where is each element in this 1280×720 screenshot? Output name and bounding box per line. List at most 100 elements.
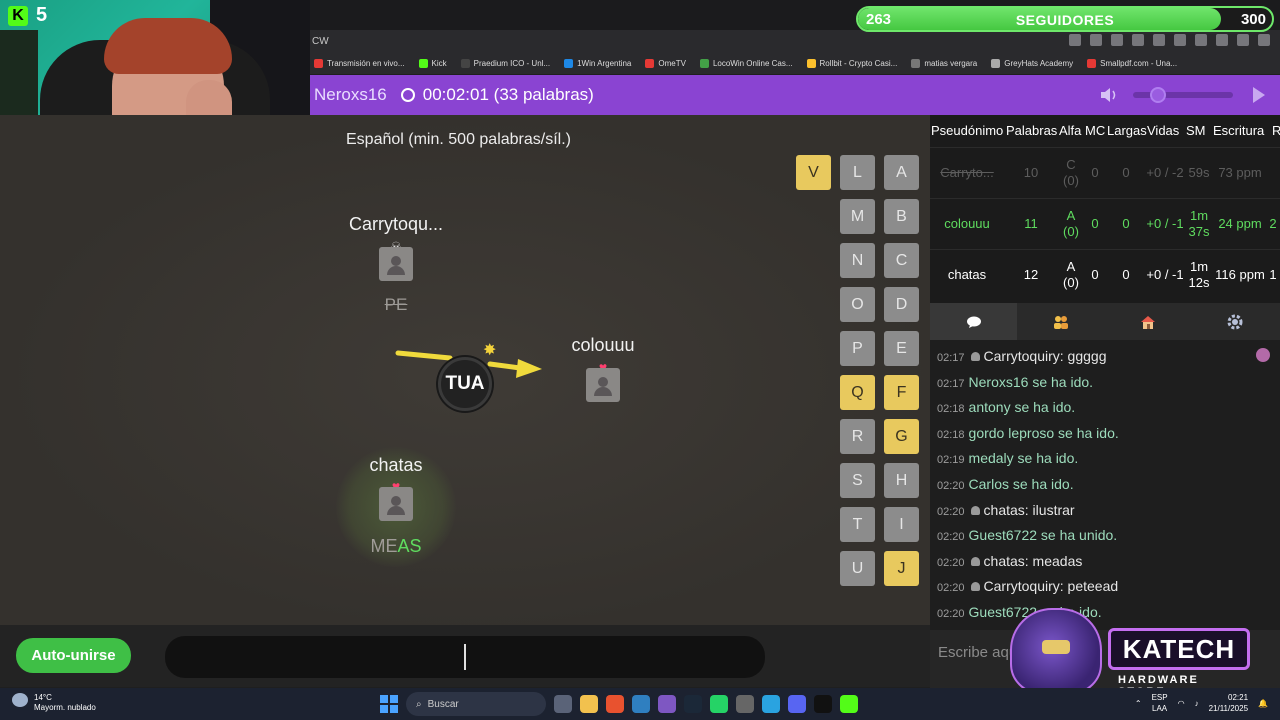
chat-text: : peteead xyxy=(1059,578,1119,595)
extension-icon[interactable] xyxy=(1153,34,1165,46)
extension-icon[interactable] xyxy=(1216,34,1228,46)
extension-icon[interactable] xyxy=(1069,34,1081,46)
vscode-icon[interactable] xyxy=(632,695,650,713)
bookmark-favicon-icon xyxy=(991,58,1001,68)
table-cell-alfa: C (0) xyxy=(1063,157,1079,188)
letter-tile: G xyxy=(884,419,919,454)
file-explorer-icon[interactable] xyxy=(580,695,598,713)
tab-settings[interactable] xyxy=(1191,303,1278,340)
chat-system-text: medaly se ha ido. xyxy=(968,450,1079,467)
wifi-icon[interactable]: ◠ xyxy=(1178,699,1185,708)
user-icon xyxy=(970,582,980,592)
followers-label: SEGUIDORES xyxy=(1015,12,1115,28)
speaker-icon[interactable]: ♪ xyxy=(1195,699,1199,708)
chat-username[interactable]: Carrytoquiry xyxy=(984,348,1060,364)
emoji-icon[interactable] xyxy=(1256,348,1270,362)
extension-icon[interactable] xyxy=(1111,34,1123,46)
chevron-up-icon[interactable]: ⌃ xyxy=(1135,699,1142,708)
chat-system-text: Guest6722 se ha unido. xyxy=(968,527,1118,544)
bookmark-item[interactable]: Rollbit - Crypto Casi... xyxy=(806,58,897,68)
letter-tile: L xyxy=(840,155,875,190)
clock-date: 21/11/2025 xyxy=(1208,704,1249,713)
kick-icon[interactable] xyxy=(840,695,858,713)
weather-widget[interactable]: 14°C Mayorm. nublado xyxy=(12,693,96,713)
chat-message: 02:20 Carlos se ha ido. xyxy=(937,476,1074,492)
bookmark-favicon-icon xyxy=(418,58,428,68)
chat-system-text: antony se ha ido. xyxy=(968,399,1076,416)
bookmark-label: OmeTV xyxy=(658,58,686,68)
chat-username[interactable]: Carrytoquiry xyxy=(984,578,1060,594)
windows-start-icon[interactable] xyxy=(380,695,398,713)
extension-icon[interactable] xyxy=(1237,34,1249,46)
chat-timestamp: 02:17 xyxy=(937,352,965,364)
taskbar-search[interactable]: ⌕ Buscar xyxy=(406,692,546,716)
table-cell-alfa: A (0) xyxy=(1063,259,1079,290)
tab-players[interactable] xyxy=(1017,303,1104,340)
game-header: Neroxs16 00:02:01 (33 palabras) xyxy=(310,75,1280,115)
chat-text: : ggggg xyxy=(1059,348,1107,364)
volume-icon[interactable] xyxy=(1100,87,1118,103)
bookmark-item[interactable]: Praedium ICO - Unl... xyxy=(460,58,551,68)
tiktok-icon[interactable] xyxy=(814,695,832,713)
app-icon[interactable] xyxy=(736,695,754,713)
app-icon[interactable] xyxy=(658,695,676,713)
bookmark-label: Praedium ICO - Unl... xyxy=(473,58,551,68)
clock-icon xyxy=(400,88,415,102)
notification-bell-icon[interactable]: 🔔 xyxy=(1258,699,1268,708)
bookmark-label: LocoWin Online Cas... xyxy=(712,58,793,68)
play-icon[interactable] xyxy=(1253,87,1265,103)
extension-icon[interactable] xyxy=(1090,34,1102,46)
letter-tile: P xyxy=(840,331,875,366)
extension-icon[interactable] xyxy=(1258,34,1270,46)
bookmark-item[interactable]: LocoWin Online Cas... xyxy=(699,58,793,68)
chat-bubble-icon xyxy=(966,316,981,328)
volume-slider[interactable] xyxy=(1133,87,1233,103)
auto-join-button[interactable]: Auto-unirse xyxy=(16,638,131,673)
task-view-icon[interactable] xyxy=(554,695,572,713)
chat-username[interactable]: chatas xyxy=(984,553,1025,569)
search-label: Buscar xyxy=(427,698,459,710)
player-name: chatas xyxy=(369,455,423,475)
extension-icon[interactable] xyxy=(1195,34,1207,46)
letter-tile: S xyxy=(840,463,875,498)
bookmark-item[interactable]: matias vergara xyxy=(911,58,977,68)
chat-username[interactable]: chatas xyxy=(984,502,1025,518)
weather-temp: 14°C xyxy=(34,693,52,702)
letter-tile: T xyxy=(840,507,875,542)
whatsapp-icon[interactable] xyxy=(710,695,728,713)
extension-icon[interactable] xyxy=(1174,34,1186,46)
address-bar[interactable]: CW xyxy=(310,30,1280,52)
table-cell-sm: 59s xyxy=(1188,165,1210,180)
letter-tile: C xyxy=(884,243,919,278)
bookmark-favicon-icon xyxy=(460,58,470,68)
bookmark-item[interactable]: OmeTV xyxy=(645,58,686,68)
bookmark-item[interactable]: Smallpdf.com - Una... xyxy=(1087,58,1178,68)
language-indicator[interactable]: ESP LAA xyxy=(1152,692,1168,714)
tab-chat[interactable] xyxy=(930,303,1017,340)
house-icon xyxy=(1140,315,1155,329)
bookmark-favicon-icon xyxy=(564,58,574,68)
bookmark-item[interactable]: Kick xyxy=(418,58,447,68)
table-row: Carryto... 10 C (0) 0 0 +0 / -2 59s 73 ppm xyxy=(930,147,1280,197)
volume-slider-handle[interactable] xyxy=(1150,87,1166,103)
telegram-icon[interactable] xyxy=(762,695,780,713)
letter-tile: A xyxy=(884,155,919,190)
kick-viewer-badge: K 5 xyxy=(8,4,47,27)
bookmark-label: Smallpdf.com - Una... xyxy=(1100,58,1178,68)
chat-text: : meadas xyxy=(1024,552,1083,569)
table-cell-escritura: 73 ppm xyxy=(1218,165,1262,180)
bookmark-item[interactable]: Transmisión en vivo... xyxy=(314,58,405,68)
chat-timestamp: 02:18 xyxy=(937,403,965,416)
extension-icon[interactable] xyxy=(1132,34,1144,46)
steam-icon[interactable] xyxy=(684,695,702,713)
discord-icon[interactable] xyxy=(788,695,806,713)
player-name: Carrytoqu... xyxy=(348,214,444,234)
game-board: Español (min. 500 palabras/síl.) Carryto… xyxy=(0,115,930,625)
bookmark-item[interactable]: GreyHats Academy xyxy=(991,58,1073,68)
tab-room[interactable] xyxy=(1104,303,1191,340)
brave-icon[interactable] xyxy=(606,695,624,713)
clock[interactable]: 02:21 21/11/2025 xyxy=(1209,692,1248,714)
column-header: Alfa xyxy=(1059,123,1082,138)
letter-tile: Q xyxy=(840,375,875,410)
bookmark-item[interactable]: 1Win Argentina xyxy=(564,58,631,68)
